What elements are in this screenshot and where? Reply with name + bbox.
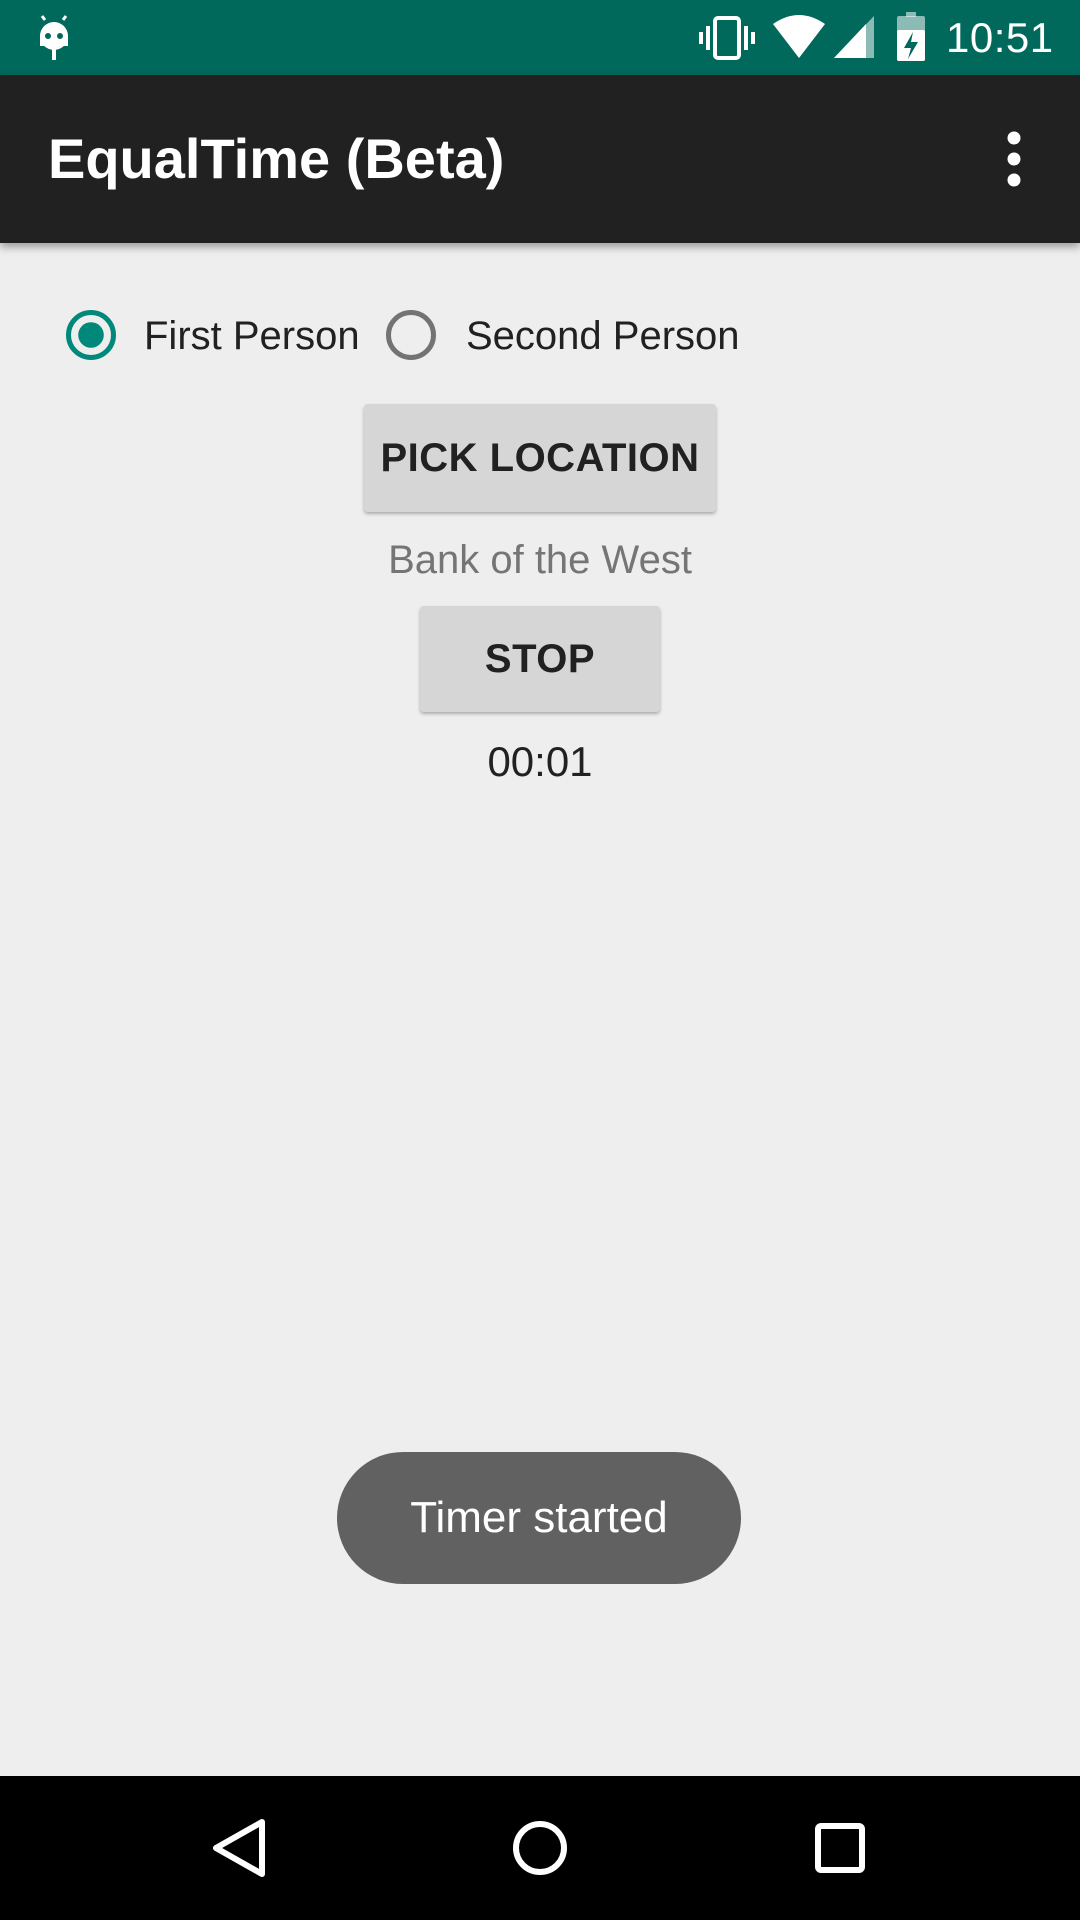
location-name: Bank of the West [388, 538, 692, 582]
status-time: 10:51 [946, 14, 1054, 61]
more-vert-icon[interactable] [990, 129, 1038, 189]
pick-location-button[interactable]: PICK LOCATION [364, 404, 716, 512]
status-bar: 10:51 [0, 0, 1080, 75]
wifi-icon [773, 15, 825, 58]
stop-button[interactable]: STOP [420, 606, 660, 712]
android-debug-icon [40, 15, 68, 60]
radio-label-first-person: First Person [144, 314, 360, 358]
vibrate-icon [699, 16, 755, 60]
radio-first-person[interactable]: First Person [62, 305, 372, 375]
radio-second-person[interactable]: Second Person [382, 305, 762, 375]
navigation-bar [0, 1776, 1080, 1920]
app-bar: EqualTime (Beta) [0, 75, 1080, 243]
toast: Timer started [337, 1452, 741, 1584]
timer-display: 00:01 [487, 738, 593, 785]
home-icon[interactable] [504, 1812, 576, 1884]
signal-icon [834, 16, 874, 58]
app-title: EqualTime (Beta) [48, 127, 505, 190]
radio-label-second-person: Second Person [466, 314, 740, 358]
radio-checked-icon [66, 310, 116, 360]
toast-message: Timer started [410, 1493, 668, 1542]
back-icon[interactable] [204, 1812, 276, 1884]
recents-icon[interactable] [804, 1812, 876, 1884]
radio-unchecked-icon [386, 310, 436, 360]
battery-charging-icon [897, 12, 925, 61]
